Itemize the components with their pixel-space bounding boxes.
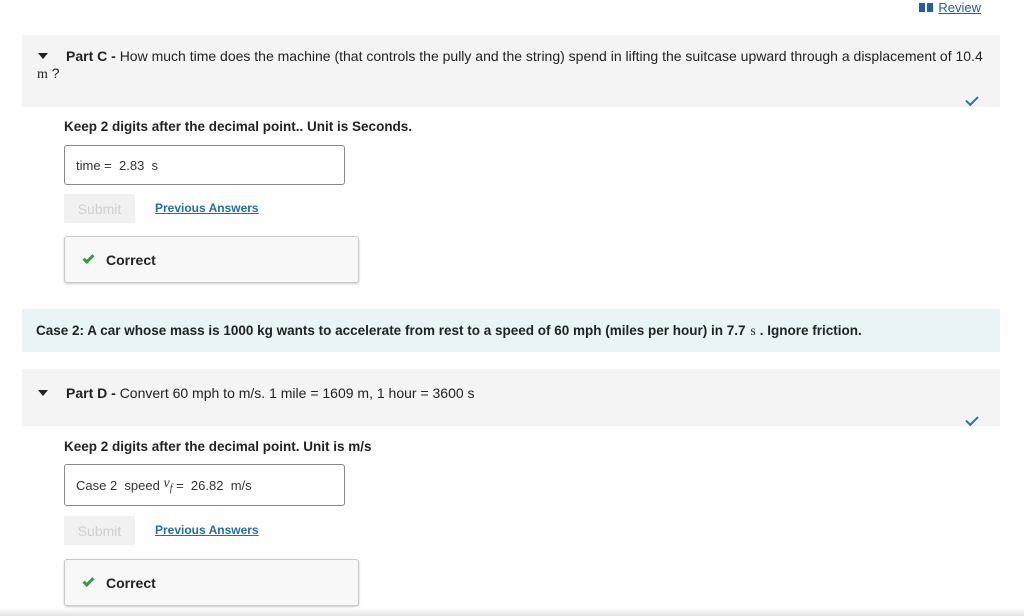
- review-link[interactable]: Review: [919, 0, 981, 15]
- bottom-shadow: [0, 608, 1024, 616]
- answer-prefix: Case 2 speed: [76, 477, 160, 493]
- part-c-header[interactable]: Part C - How much time does the machine …: [22, 35, 1000, 107]
- part-d-question-text: Convert 60 mph to m/s. 1 mile = 1609 m, …: [119, 385, 475, 401]
- part-d-header[interactable]: Part D - Convert 60 mph to m/s. 1 mile =…: [22, 369, 1000, 426]
- case-2-text: Case 2: A car whose mass is 1000 kg want…: [36, 323, 746, 338]
- part-c-unit: m: [37, 67, 48, 82]
- part-c-feedback: Correct: [64, 236, 359, 283]
- part-d-question: Part D - Convert 60 mph to m/s. 1 mile =…: [66, 385, 986, 402]
- part-c-title: Part C -: [66, 48, 116, 64]
- part-c-submit-button[interactable]: Submit: [64, 194, 135, 223]
- part-d-instruction: Keep 2 digits after the decimal point. U…: [64, 439, 372, 454]
- collapse-caret-icon[interactable]: [38, 390, 48, 396]
- part-d-title: Part D -: [66, 385, 116, 401]
- part-d-answer-field[interactable]: Case 2 speed vf = 26.82 m/s: [64, 464, 345, 506]
- part-c-suffix: ?: [51, 65, 60, 81]
- part-d-submit-button[interactable]: Submit: [64, 516, 135, 545]
- correct-check-icon: [82, 574, 95, 588]
- answer-unit: s: [151, 157, 159, 173]
- case-2-unit: s: [750, 322, 756, 338]
- part-c-previous-answers-link[interactable]: Previous Answers: [155, 201, 259, 215]
- part-d-previous-answers-link[interactable]: Previous Answers: [155, 523, 259, 537]
- correct-check-icon: [82, 251, 95, 265]
- answer-label: time =: [76, 157, 112, 173]
- feedback-text: Correct: [106, 251, 156, 268]
- part-d-feedback: Correct: [64, 559, 359, 606]
- feedback-text: Correct: [106, 574, 156, 591]
- answer-eq: =: [176, 477, 184, 493]
- part-c-question: Part C - How much time does the machine …: [37, 48, 987, 83]
- part-c-question-text: How much time does the machine (that con…: [119, 48, 952, 64]
- answer-value: 26.82: [190, 477, 224, 493]
- answer-unit: m/s: [230, 477, 252, 493]
- answer-variable: vf: [163, 476, 172, 494]
- review-label: Review: [938, 0, 981, 15]
- case-2-text-after: . Ignore friction.: [759, 323, 862, 338]
- part-c-answer-field[interactable]: time = 2.83 s: [64, 145, 345, 185]
- part-c-instruction: Keep 2 digits after the decimal point.. …: [64, 119, 413, 134]
- book-icon: [919, 2, 934, 12]
- part-c-value: 10.4: [955, 48, 983, 64]
- answer-value: 2.83: [119, 157, 145, 173]
- case-2-banner: Case 2: A car whose mass is 1000 kg want…: [22, 309, 1000, 352]
